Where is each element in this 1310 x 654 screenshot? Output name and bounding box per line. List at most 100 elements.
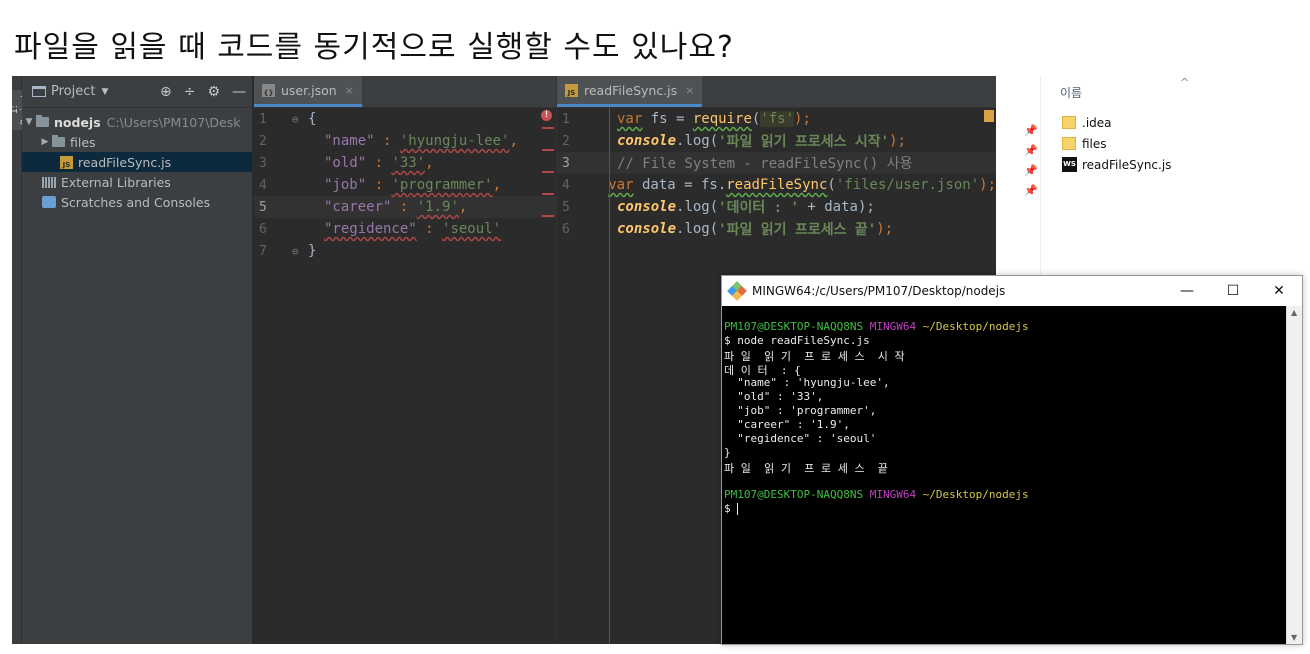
tree-item-label: Scratches and Consoles: [61, 194, 211, 210]
function-name: require: [692, 111, 752, 127]
close-tab-icon[interactable]: ×: [685, 84, 694, 97]
json-key: "old": [324, 155, 367, 171]
tree-item-scratches[interactable]: Scratches and Consoles: [22, 192, 252, 212]
editor-user-json[interactable]: {} user.json × ! 1 ⊖ { 2 "name" : 'hyung…: [254, 76, 556, 644]
json-comma: ,: [425, 155, 434, 171]
tab-readfilesync-js[interactable]: JS readFileSync.js ×: [557, 76, 703, 107]
error-indicator-icon[interactable]: !: [541, 110, 552, 121]
project-view-selector[interactable]: Project: [51, 84, 95, 99]
close-button[interactable]: ✕: [1256, 276, 1302, 306]
code-area[interactable]: ! 1 ⊖ { 2 "name" : 'hyungju-lee' , 3 "ol…: [254, 108, 556, 262]
terminal-titlebar[interactable]: MINGW64:/c/Users/PM107/Desktop/nodejs — …: [722, 276, 1302, 306]
output-line: }: [724, 446, 731, 459]
minimize-button[interactable]: —: [1164, 276, 1210, 306]
locate-icon[interactable]: ⊕: [160, 84, 172, 100]
maximize-button[interactable]: ☐: [1210, 276, 1256, 306]
code-line: 4 var data = fs. readFileSync ( 'files/u…: [557, 174, 996, 196]
fold-icon[interactable]: ⊖: [292, 113, 308, 126]
code-line: 7 ⊖ }: [254, 240, 556, 262]
json-colon: :: [374, 133, 400, 149]
tree-item-external-libraries[interactable]: External Libraries: [22, 172, 252, 192]
expand-arrow-icon[interactable]: ▼: [22, 117, 36, 127]
output-line: "career" : '1.9',: [724, 418, 850, 431]
gear-icon[interactable]: ⚙: [207, 84, 220, 100]
line-number: 1: [259, 111, 267, 127]
fold-icon[interactable]: ⊖: [292, 245, 308, 258]
code-text: data = fs.: [633, 177, 727, 193]
keyword: var: [608, 177, 634, 193]
prompt-line: PM107@DESKTOP-NAQQ8NS MINGW64 ~/Desktop/…: [724, 320, 1029, 333]
global-object: console: [617, 221, 677, 237]
line-number: 4: [259, 177, 267, 193]
code-line: 2 "name" : 'hyungju-lee' ,: [254, 127, 556, 152]
project-panel-header: Project ▼ ⊕ ÷ ⚙ —: [22, 76, 252, 108]
terminal-scrollbar[interactable]: ▲ ▼: [1286, 306, 1302, 644]
code-area[interactable]: 1 var fs = require ( 'fs' ); 2 console .…: [557, 108, 996, 644]
error-marker: [542, 215, 554, 217]
json-value: '1.9': [416, 199, 459, 215]
output-line: 데 이 터 : {: [724, 364, 801, 377]
chevron-down-icon[interactable]: ▼: [101, 87, 108, 97]
prompt-line: PM107@DESKTOP-NAQQ8NS MINGW64 ~/Desktop/…: [724, 488, 1029, 501]
webstorm-file-icon: WS: [1062, 157, 1077, 172]
json-file-icon: {}: [262, 83, 275, 97]
warning-indicator-icon[interactable]: [984, 110, 994, 122]
code-text: .log(: [676, 133, 719, 149]
string-literal: 'fs': [760, 111, 795, 127]
code-line: 1 var fs = require ( 'fs' );: [557, 108, 996, 130]
file-item-label: .idea: [1082, 115, 1112, 130]
file-item-readfilesync[interactable]: WS readFileSync.js: [1062, 154, 1171, 175]
tree-item-readfilesync[interactable]: JS readFileSync.js: [22, 152, 252, 172]
line-number: 3: [259, 155, 267, 171]
json-comma: ,: [458, 199, 468, 215]
line-number: 6: [259, 221, 267, 237]
code-text: + data);: [798, 199, 875, 215]
line-number: 2: [562, 133, 570, 149]
text-cursor: [737, 503, 739, 515]
hide-icon[interactable]: —: [232, 84, 246, 100]
code-text: );: [876, 221, 894, 237]
pin-icon[interactable]: 📌: [1024, 144, 1038, 157]
slide-title: 파일을 읽을 때 코드를 동기적으로 실행할 수도 있나요?: [14, 30, 734, 65]
pin-icon[interactable]: 📌: [1024, 124, 1038, 137]
js-file-icon: JS: [60, 155, 73, 169]
pin-icon[interactable]: 📌: [1024, 184, 1038, 197]
terminal-window[interactable]: MINGW64:/c/Users/PM107/Desktop/nodejs — …: [721, 275, 1303, 645]
folder-icon: [36, 115, 49, 127]
line-number: 6: [562, 221, 570, 237]
git-icon: [727, 281, 747, 301]
code-text: .log(: [676, 199, 719, 215]
column-header-name[interactable]: 이름: [1060, 84, 1082, 101]
file-item-label: readFileSync.js: [1082, 157, 1172, 172]
pin-icon[interactable]: 📌: [1024, 164, 1038, 177]
close-tab-icon[interactable]: ×: [345, 84, 354, 97]
error-marker: [542, 171, 554, 173]
json-colon: :: [416, 221, 443, 237]
code-line: 1 ⊖ {: [254, 108, 556, 130]
line-number: 3: [562, 155, 570, 171]
tree-item-files[interactable]: ▶ files: [22, 132, 252, 152]
expand-arrow-icon[interactable]: ▶: [38, 137, 52, 147]
scroll-up-icon[interactable]: ▲: [1291, 308, 1297, 317]
string-literal: '데이터 : ': [718, 200, 799, 216]
terminal-output[interactable]: PM107@DESKTOP-NAQQ8NS MINGW64 ~/Desktop/…: [722, 306, 1287, 644]
collapse-all-icon[interactable]: ÷: [184, 84, 196, 100]
sort-up-icon: ^: [1180, 76, 1190, 89]
file-item-idea[interactable]: .idea: [1062, 112, 1171, 133]
output-line: "job" : 'programmer',: [724, 404, 877, 417]
tab-user-json[interactable]: {} user.json ×: [254, 76, 362, 107]
json-colon: :: [366, 155, 392, 171]
input-line[interactable]: $: [724, 502, 1285, 516]
tab-label: user.json: [281, 82, 337, 98]
code-line: 2 console .log( '파일 읽기 프로세스 시작' );: [557, 130, 996, 152]
terminal-title: MINGW64:/c/Users/PM107/Desktop/nodejs: [752, 284, 1006, 298]
scroll-down-icon[interactable]: ▼: [1291, 633, 1297, 642]
tree-item-nodejs[interactable]: ▼ nodejs C:\Users\PM107\Desk: [22, 112, 252, 132]
file-item-files[interactable]: files: [1062, 133, 1171, 154]
tree-item-label: nodejs: [54, 114, 101, 130]
code-line: 3 "old" : '33' ,: [254, 149, 556, 174]
json-key: "regidence": [324, 221, 417, 237]
output-line: "old" : '33',: [724, 390, 824, 403]
folder-icon: [1062, 116, 1076, 129]
json-value: '33': [391, 155, 426, 171]
